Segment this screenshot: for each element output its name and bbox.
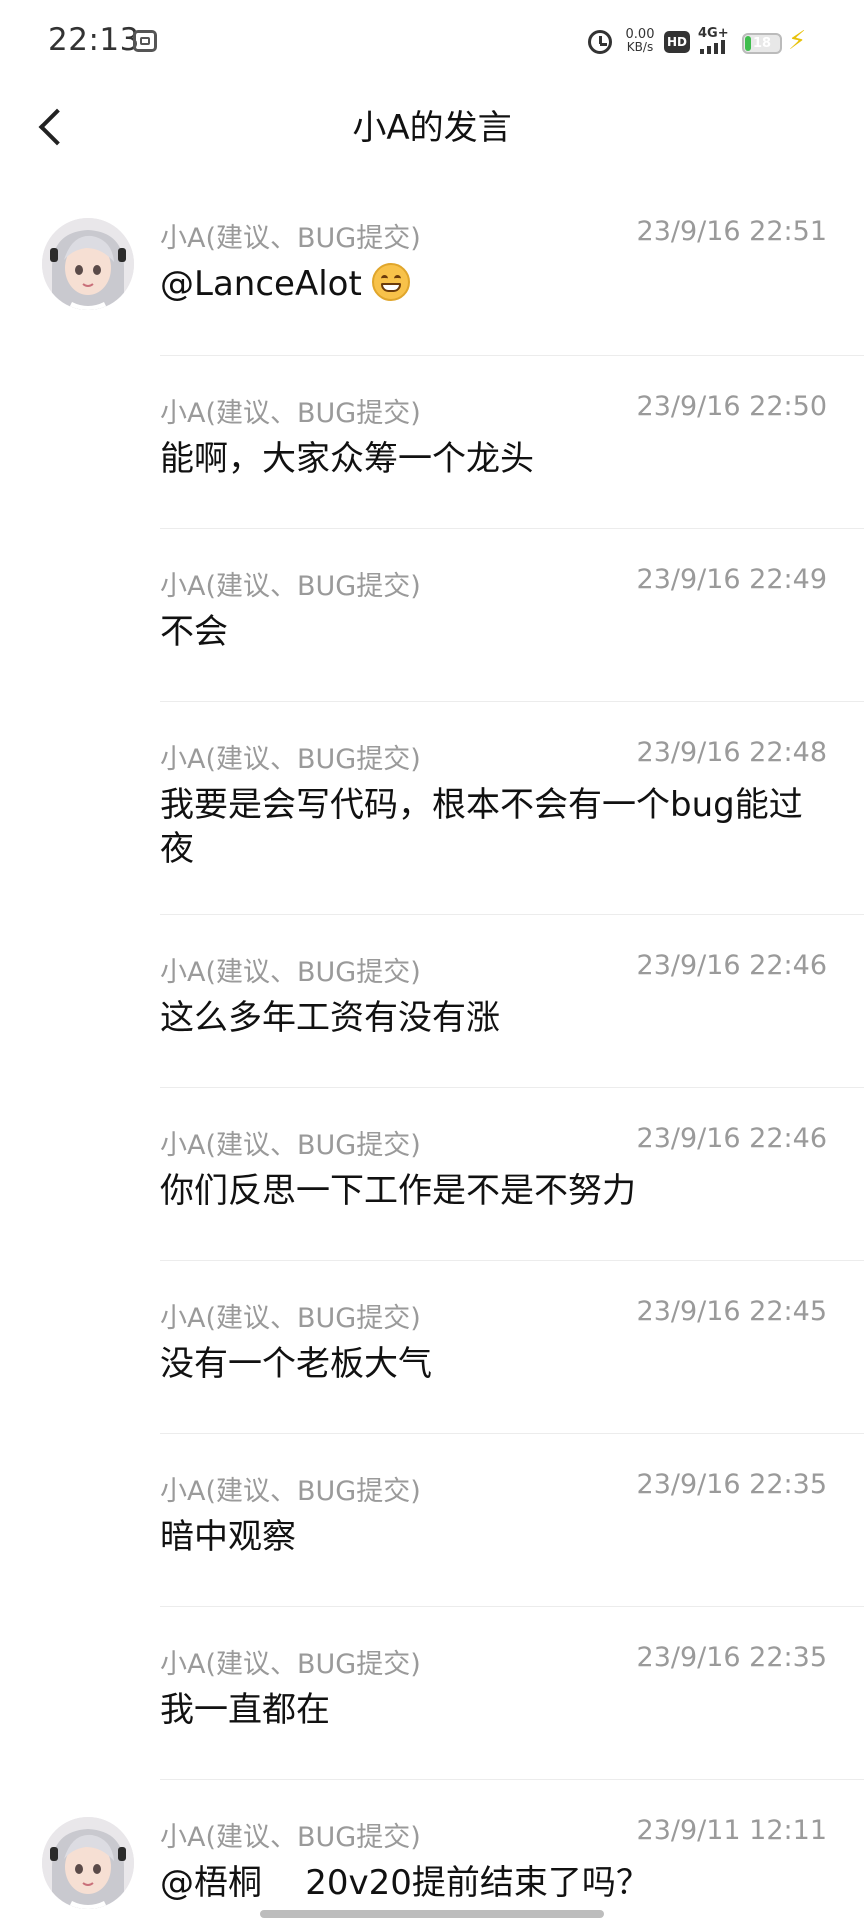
message-item[interactable]: 小A(建议、BUG提交) 23/9/16 22:51 @LanceAlot	[0, 180, 864, 355]
message-time: 23/9/16 22:46	[636, 950, 827, 981]
message-item[interactable]: 小A(建议、BUG提交) 23/9/16 22:49 不会	[0, 528, 864, 701]
charging-bolt-icon: ⚡	[788, 26, 807, 56]
message-time: 23/9/11 12:11	[636, 1815, 827, 1846]
message-time: 23/9/16 22:45	[636, 1296, 827, 1327]
message-sender: 小A(建议、BUG提交)	[160, 1476, 421, 1507]
hd-icon: HD	[664, 31, 690, 53]
message-item[interactable]: 小A(建议、BUG提交) 23/9/16 22:46 你们反思一下工作是不是不努…	[0, 1087, 864, 1260]
message-content: @梧桐 20v20提前结束了吗？	[160, 1863, 650, 1903]
page-title: 小A的发言	[352, 108, 512, 148]
avatar[interactable]	[42, 218, 134, 310]
message-item[interactable]: 小A(建议、BUG提交) 23/9/16 22:45 没有一个老板大气	[0, 1260, 864, 1433]
message-sender: 小A(建议、BUG提交)	[160, 1130, 421, 1161]
message-item[interactable]: 小A(建议、BUG提交) 23/9/16 22:46 这么多年工资有没有涨	[0, 914, 864, 1087]
message-time: 23/9/16 22:51	[636, 216, 827, 247]
alarm-icon	[588, 30, 612, 54]
message-item[interactable]: 小A(建议、BUG提交) 23/9/11 12:11 @梧桐 20v20提前结束…	[0, 1779, 864, 1920]
message-sender: 小A(建议、BUG提交)	[160, 957, 421, 988]
message-text: @LanceAlot	[160, 264, 362, 304]
battery-icon: 18	[742, 33, 782, 54]
message-item[interactable]: 小A(建议、BUG提交) 23/9/16 22:48 我要是会写代码，根本不会有…	[0, 701, 864, 914]
avatar[interactable]	[42, 1817, 134, 1909]
message-sender: 小A(建议、BUG提交)	[160, 744, 421, 775]
message-content: @LanceAlot	[160, 262, 820, 306]
message-time: 23/9/16 22:48	[636, 737, 827, 768]
message-time: 23/9/16 22:49	[636, 564, 827, 595]
home-indicator[interactable]	[260, 1910, 604, 1918]
network-speed: 0.00 KB/s	[622, 28, 658, 54]
network-type-label: 4G+	[698, 26, 729, 41]
message-sender: 小A(建议、BUG提交)	[160, 1822, 421, 1853]
message-content: 这么多年工资有没有涨	[160, 998, 500, 1038]
status-time: 22:13	[48, 22, 140, 58]
message-content: 我一直都在	[160, 1690, 330, 1730]
message-item[interactable]: 小A(建议、BUG提交) 23/9/16 22:35 暗中观察	[0, 1433, 864, 1606]
message-content: 你们反思一下工作是不是不努力	[160, 1171, 636, 1211]
message-sender: 小A(建议、BUG提交)	[160, 1303, 421, 1334]
signal-icon: 4G+	[698, 26, 738, 56]
message-sender: 小A(建议、BUG提交)	[160, 1649, 421, 1680]
message-content: 不会	[160, 612, 228, 652]
message-content: 我要是会写代码，根本不会有一个bug能过夜	[160, 785, 803, 869]
grinning-face-icon	[371, 263, 410, 301]
message-time: 23/9/16 22:35	[636, 1469, 827, 1500]
message-sender: 小A(建议、BUG提交)	[160, 398, 421, 429]
message-time: 23/9/16 22:35	[636, 1642, 827, 1673]
message-time: 23/9/16 22:50	[636, 391, 827, 422]
message-sender: 小A(建议、BUG提交)	[160, 571, 421, 602]
message-content: 没有一个老板大气	[160, 1344, 432, 1384]
network-speed-unit: KB/s	[626, 40, 654, 54]
screen-record-icon	[133, 30, 157, 52]
message-item[interactable]: 小A(建议、BUG提交) 23/9/16 22:35 我一直都在	[0, 1606, 864, 1779]
message-time: 23/9/16 22:46	[636, 1123, 827, 1154]
message-sender: 小A(建议、BUG提交)	[160, 223, 421, 254]
message-content: 能啊，大家众筹一个龙头	[160, 439, 534, 479]
message-content: 暗中观察	[160, 1517, 296, 1557]
status-bar: 22:13 0.00 KB/s HD 4G+ 18 ⚡	[0, 0, 864, 80]
battery-level: 18	[752, 36, 772, 51]
nav-bar: 小A的发言	[0, 80, 864, 180]
message-item[interactable]: 小A(建议、BUG提交) 23/9/16 22:50 能啊，大家众筹一个龙头	[0, 355, 864, 528]
